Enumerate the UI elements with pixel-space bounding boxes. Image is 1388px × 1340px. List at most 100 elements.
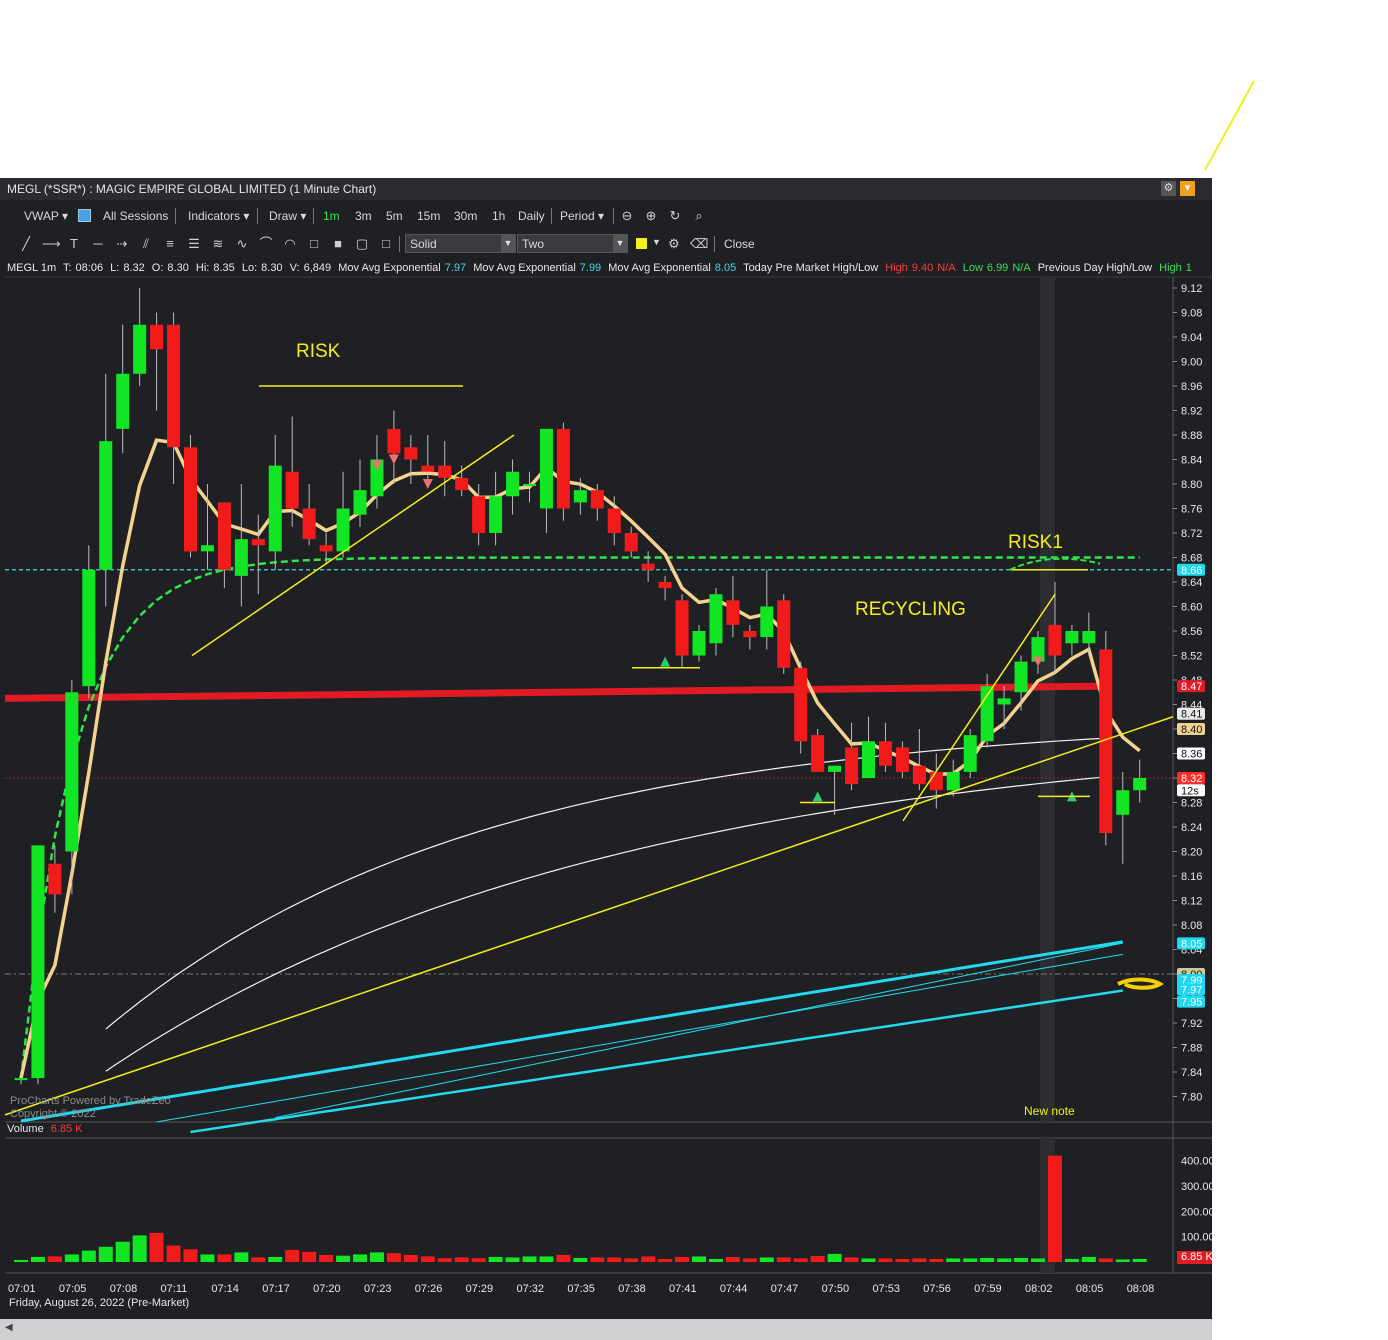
price-tick-label: 9.00 bbox=[1181, 357, 1202, 369]
volume-panel-label: Volume 6.85 K bbox=[7, 1123, 83, 1135]
volume-bar bbox=[946, 1258, 961, 1262]
time-tick-label: 07:32 bbox=[517, 1283, 545, 1295]
price-badge-label: 7.97 bbox=[1181, 984, 1202, 996]
time-tick-label: 07:26 bbox=[415, 1283, 443, 1295]
volume-bar bbox=[776, 1257, 791, 1262]
time-tick-label: 08:05 bbox=[1076, 1283, 1104, 1295]
price-tick-label: 8.80 bbox=[1181, 479, 1202, 491]
vwap-line bbox=[4, 682, 1107, 702]
chart-canvas[interactable]: 9.12 9.08 9.04 9.00 8.96 8.92 8.88 8.84 8.80 8.76… bbox=[0, 178, 1212, 1319]
candle bbox=[489, 496, 503, 533]
green-dashed-ema bbox=[19, 556, 1140, 1079]
price-tick-label: 8.68 bbox=[1181, 553, 1202, 565]
time-tick-label: 07:08 bbox=[110, 1283, 138, 1295]
volume-bar bbox=[963, 1258, 978, 1262]
price-tick-label: 8.28 bbox=[1181, 798, 1202, 810]
volume-bar bbox=[454, 1257, 469, 1262]
volume-bar bbox=[1098, 1258, 1113, 1262]
candle bbox=[845, 747, 859, 785]
price-tick-label: 8.56 bbox=[1181, 626, 1202, 638]
price-tick-label: 7.92 bbox=[1181, 1018, 1202, 1030]
candle bbox=[607, 508, 621, 533]
volume-bar bbox=[827, 1253, 842, 1262]
time-tick-label: 07:53 bbox=[872, 1283, 900, 1295]
candle bbox=[963, 735, 977, 772]
time-tick-label: 07:56 bbox=[923, 1283, 951, 1295]
volume-bar bbox=[115, 1241, 130, 1262]
candle bbox=[878, 741, 892, 766]
price-badge-label: 8.36 bbox=[1181, 749, 1202, 761]
risk1-annotation: RISK1 bbox=[1008, 532, 1063, 553]
candle bbox=[760, 606, 774, 638]
price-tick-label: 9.04 bbox=[1181, 332, 1202, 344]
volume-bar bbox=[725, 1256, 740, 1262]
candle bbox=[997, 698, 1011, 705]
volume-bar bbox=[64, 1254, 79, 1262]
candle bbox=[48, 863, 62, 895]
time-tick-label: 07:41 bbox=[669, 1283, 697, 1295]
volume-tick-label: 400.00 bbox=[1181, 1156, 1212, 1168]
volume-bar bbox=[556, 1254, 571, 1262]
volume-bar bbox=[488, 1256, 503, 1262]
risk-annotation: RISK bbox=[296, 341, 341, 362]
volume-bar bbox=[675, 1256, 690, 1262]
volume-bar bbox=[997, 1258, 1012, 1262]
price-tick-label: 9.12 bbox=[1181, 283, 1202, 295]
buy-marker bbox=[660, 656, 671, 667]
candle bbox=[946, 771, 960, 791]
price-tick-label: 8.88 bbox=[1181, 430, 1202, 442]
candle bbox=[590, 490, 604, 509]
volume-bar bbox=[641, 1256, 656, 1262]
candle bbox=[726, 600, 740, 625]
price-tick-label: 8.60 bbox=[1181, 602, 1202, 614]
candle bbox=[1133, 778, 1147, 791]
price-tick-label: 9.08 bbox=[1181, 308, 1202, 320]
time-tick-label: 07:11 bbox=[161, 1283, 188, 1295]
volume-bar bbox=[692, 1256, 706, 1262]
candle bbox=[302, 508, 316, 540]
volume-bar bbox=[522, 1256, 537, 1262]
candle bbox=[777, 600, 791, 668]
scroll-left-icon[interactable]: ◀ bbox=[5, 1322, 13, 1333]
volume-bar bbox=[1064, 1258, 1079, 1262]
price-tick-label: 8.16 bbox=[1181, 871, 1202, 883]
volume-bar bbox=[1047, 1155, 1062, 1262]
candle bbox=[421, 465, 435, 472]
volume-badge-label: 6.85 K bbox=[1181, 1251, 1212, 1263]
candle bbox=[150, 324, 164, 350]
price-tick-label: 8.76 bbox=[1181, 504, 1202, 516]
volume-bar bbox=[742, 1258, 757, 1262]
time-tick-label: 07:50 bbox=[822, 1283, 850, 1295]
volume-bar bbox=[539, 1256, 554, 1262]
time-tick-label: 07:17 bbox=[262, 1283, 290, 1295]
candle bbox=[31, 845, 45, 1079]
candle bbox=[523, 484, 536, 486]
candle bbox=[1116, 790, 1130, 815]
volume-bar bbox=[420, 1256, 435, 1262]
new-note-annotation: New note bbox=[1024, 1104, 1075, 1118]
volume-bar bbox=[30, 1256, 45, 1262]
candle bbox=[929, 771, 943, 791]
candle bbox=[539, 428, 553, 509]
horizontal-scrollbar[interactable]: ◀ bbox=[0, 1319, 1212, 1340]
time-tick-label: 07:23 bbox=[364, 1283, 392, 1295]
recycling-annotation: RECYCLING bbox=[855, 599, 966, 620]
volume-bar bbox=[505, 1257, 520, 1262]
candle bbox=[184, 447, 197, 552]
volume-bar bbox=[319, 1254, 334, 1262]
time-tick-label: 07:59 bbox=[974, 1283, 1002, 1295]
volume-bar bbox=[895, 1258, 910, 1262]
watermark-line1: ProCharts Powered by TradeZéo bbox=[10, 1095, 171, 1107]
volume-tick-label: 300.00 bbox=[1181, 1181, 1212, 1193]
candle bbox=[472, 496, 486, 533]
volume-tick-label: 100.00 bbox=[1181, 1232, 1212, 1244]
candle bbox=[387, 428, 401, 454]
candle bbox=[658, 582, 672, 589]
candle bbox=[556, 428, 570, 509]
candle bbox=[624, 533, 638, 552]
candle bbox=[251, 539, 265, 546]
volume-bar bbox=[1132, 1258, 1147, 1262]
candle bbox=[336, 508, 350, 552]
candle bbox=[268, 465, 282, 552]
candle bbox=[14, 1078, 28, 1081]
